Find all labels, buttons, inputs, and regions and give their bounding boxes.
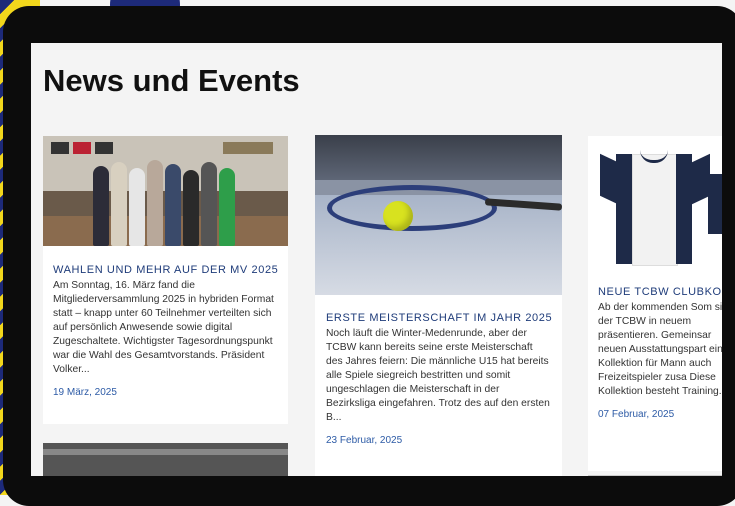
page-screen: News und Events WAHLEN UND MEHR AUF DER … [31, 43, 722, 476]
card-excerpt: Am Sonntag, 16. März fand die Mitglieder… [53, 280, 274, 375]
news-image-next-right[interactable] [588, 475, 722, 476]
tennis-ball-icon [383, 201, 413, 231]
news-card-clubkollektion[interactable]: NEUE TCBW CLUBKOL Ab der kommenden Som s… [588, 276, 722, 471]
card-title[interactable]: NEUE TCBW CLUBKOL [598, 286, 722, 298]
card-excerpt: Noch läuft die Winter-Medenrunde, aber d… [326, 328, 550, 423]
news-image-meisterschaft[interactable] [315, 135, 562, 295]
card-excerpt: Ab der kommenden Som sich der TCBW in ne… [598, 302, 722, 397]
news-card-mv[interactable]: WAHLEN UND MEHR AUF DER MV 2025 Am Sonnt… [43, 246, 288, 424]
card-title[interactable]: WAHLEN UND MEHR AUF DER MV 2025 [53, 264, 278, 276]
news-image-mv[interactable] [43, 136, 288, 246]
card-title[interactable]: ERSTE MEISTERSCHAFT IM JAHR 2025 [326, 312, 552, 324]
news-card-meisterschaft[interactable]: ERSTE MEISTERSCHAFT IM JAHR 2025 Noch lä… [315, 295, 562, 476]
card-date: 07 Februar, 2025 [598, 409, 675, 420]
news-image-clubkollektion[interactable] [588, 136, 722, 276]
page-title: News und Events [43, 63, 300, 98]
news-image-next[interactable] [43, 443, 288, 476]
card-date: 19 März, 2025 [53, 387, 117, 398]
tablet-frame: News und Events WAHLEN UND MEHR AUF DER … [3, 6, 735, 506]
card-date: 23 Februar, 2025 [326, 435, 403, 446]
